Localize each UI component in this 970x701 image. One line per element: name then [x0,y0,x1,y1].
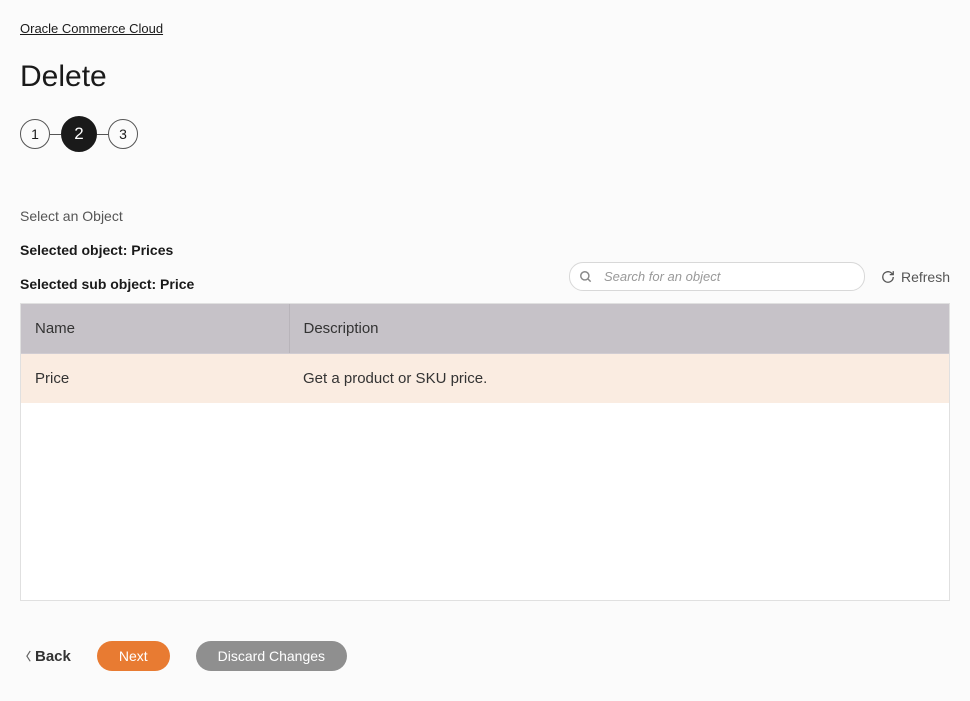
search-box [569,262,865,291]
section-label: Select an Object [20,208,950,224]
object-table-container: Name Description Price Get a product or … [20,303,950,601]
page-title: Delete [20,60,950,94]
step-2[interactable]: 2 [61,116,97,152]
stepper-connector [50,134,61,135]
cell-description: Get a product or SKU price. [289,354,949,404]
refresh-label: Refresh [901,269,950,285]
step-1[interactable]: 1 [20,119,50,149]
search-input[interactable] [569,262,865,291]
footer-actions: 〈 Back Next Discard Changes [20,641,950,671]
refresh-button[interactable]: Refresh [881,269,950,285]
breadcrumb-link[interactable]: Oracle Commerce Cloud [20,21,163,36]
column-header-name[interactable]: Name [21,304,289,354]
object-table: Name Description Price Get a product or … [21,304,949,403]
back-button[interactable]: 〈 Back [20,648,71,665]
back-label: Back [35,648,71,665]
table-row[interactable]: Price Get a product or SKU price. [21,354,949,404]
chevron-left-icon: 〈 [20,648,31,664]
selected-object: Selected object: Prices [20,242,950,258]
next-button[interactable]: Next [97,641,170,671]
discard-button[interactable]: Discard Changes [196,641,347,671]
refresh-icon [881,270,895,284]
step-3[interactable]: 3 [108,119,138,149]
search-icon [579,270,593,284]
stepper-connector [97,134,108,135]
cell-name: Price [21,354,289,404]
column-header-description[interactable]: Description [289,304,949,354]
stepper: 1 2 3 [20,116,950,152]
